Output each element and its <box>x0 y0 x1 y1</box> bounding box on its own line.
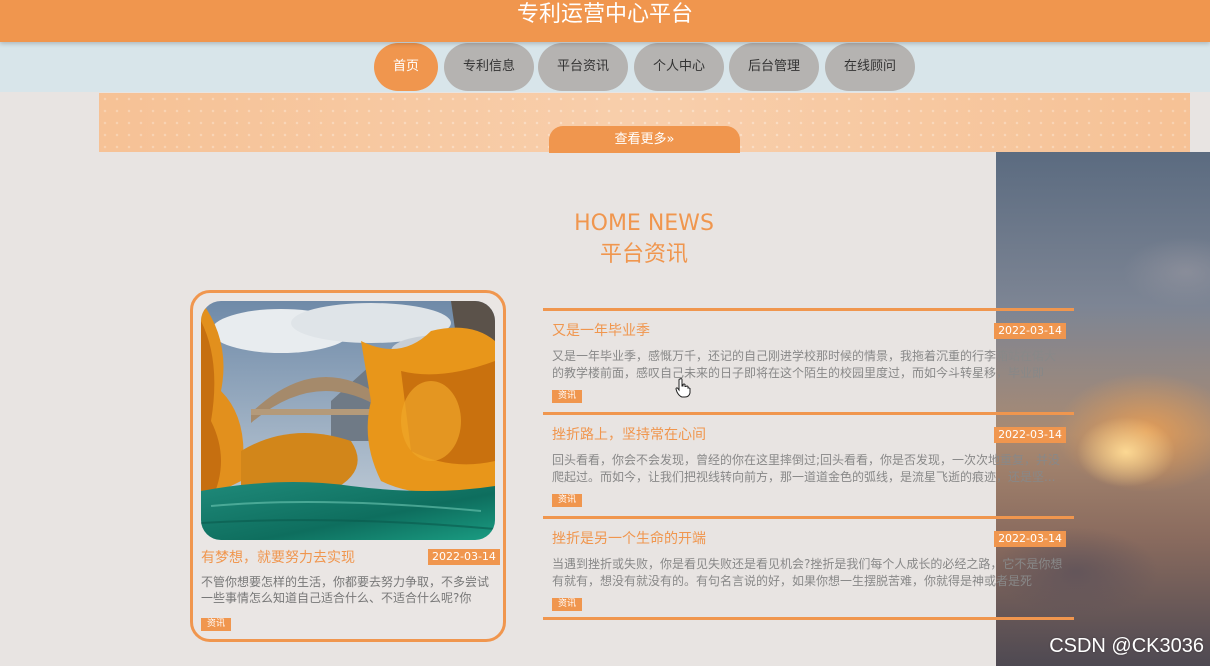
featured-news-date: 2022-03-14 <box>428 549 500 565</box>
view-more-label: 查看更多 <box>614 132 667 147</box>
news-item-excerpt: 当遇到挫折或失败，你是看见失败还是看见机会?挫折是我们每个人成长的必经之路，它不… <box>552 557 1063 588</box>
section-title-en: HOME NEWS <box>574 211 714 236</box>
hand-pointer-icon <box>675 378 691 402</box>
nav-item-online-consultant[interactable]: 在线顾问 <box>825 43 915 91</box>
news-item-excerpt: 又是一年毕业季，感慨万千，还记的自己刚进学校那时候的情景，我拖着沉重的行李箱站在… <box>552 349 1057 380</box>
news-item-date: 2022-03-14 <box>994 531 1066 547</box>
news-item-title[interactable]: 挫折是另一个生命的开端 <box>552 531 706 548</box>
nav-item-home[interactable]: 首页 <box>374 43 438 91</box>
nav-bar: 首页 专利信息 平台资讯 个人中心 后台管理 在线顾问 <box>0 42 1210 92</box>
featured-news-title[interactable]: 有梦想，就要努力去实现 <box>201 549 355 567</box>
featured-news-card[interactable]: 有梦想，就要努力去实现 2022-03-14 不管你想要怎样的生活，你都要去努力… <box>190 290 506 642</box>
double-chevron-right-icon: » <box>666 132 675 147</box>
section-title-cn: 平台资讯 <box>599 242 688 267</box>
site-title: 专利运营中心平台 <box>516 2 693 27</box>
news-item-title[interactable]: 挫折路上，坚持常在心间 <box>552 427 706 444</box>
news-item-tag: 资讯 <box>552 494 583 507</box>
watermark: CSDN @CK3036 <box>1049 635 1204 657</box>
news-item-tag: 资讯 <box>552 598 583 611</box>
news-item[interactable]: 又是一年毕业季 2022-03-14 又是一年毕业季，感慨万千，还记的自己刚进学… <box>543 308 1074 412</box>
featured-news-image[interactable] <box>201 301 495 540</box>
featured-news-excerpt: 不管你想要怎样的生活，你都要去努力争取，不多尝试一些事情怎么知道自己适合什么、不… <box>201 575 490 605</box>
news-item[interactable]: 挫折路上，坚持常在心间 2022-03-14 回头看看，你会不会发现，曾经的你在… <box>543 412 1074 516</box>
nav-item-patent-info[interactable]: 专利信息 <box>444 43 534 91</box>
news-item-date: 2022-03-14 <box>994 427 1066 443</box>
top-header: 专利运营中心平台 <box>0 0 1210 42</box>
nav-item-platform-news[interactable]: 平台资讯 <box>538 43 628 91</box>
news-item-date: 2022-03-14 <box>994 323 1066 339</box>
news-item-tag: 资讯 <box>552 390 583 403</box>
news-item[interactable]: 挫折是另一个生命的开端 2022-03-14 当遇到挫折或失败，你是看见失败还是… <box>543 516 1074 620</box>
nav-item-admin[interactable]: 后台管理 <box>729 43 819 91</box>
news-list: 又是一年毕业季 2022-03-14 又是一年毕业季，感慨万千，还记的自己刚进学… <box>543 308 1074 626</box>
news-item-excerpt: 回头看看，你会不会发现，曾经的你在这里摔倒过;回头看看，你是否发现，一次次地重复… <box>552 453 1061 484</box>
nav-item-personal-center[interactable]: 个人中心 <box>634 43 724 91</box>
featured-news-tag: 资讯 <box>201 618 232 631</box>
view-more-button[interactable]: 查看更多» <box>549 126 740 153</box>
news-item-title[interactable]: 又是一年毕业季 <box>552 323 650 340</box>
